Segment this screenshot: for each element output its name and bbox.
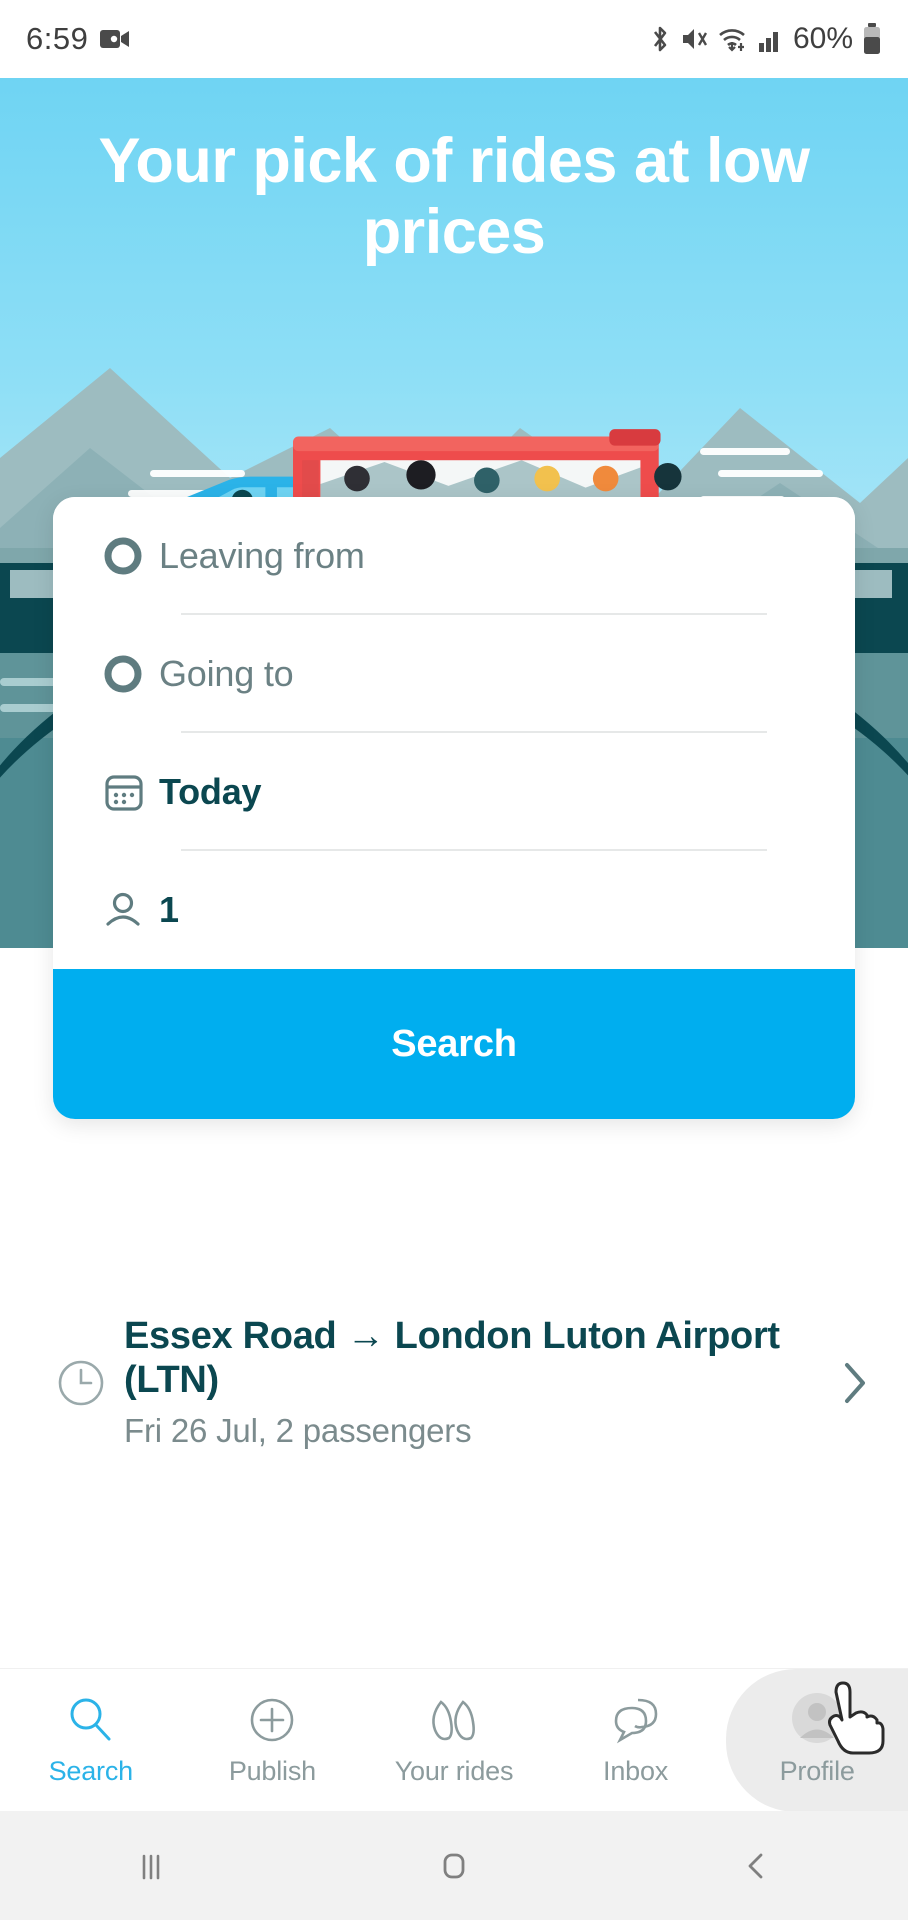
recent-search-subtitle: Fri 26 Jul, 2 passengers [124,1412,472,1450]
going-to-field[interactable]: Going to [53,615,855,733]
recent-search-item[interactable]: Essex Road → London Luton Airport (LTN) … [0,1315,908,1450]
android-navigation-bar [0,1811,908,1920]
back-icon[interactable] [605,1844,908,1888]
nav-label-search: Search [48,1755,134,1786]
search-card: Leaving from Going to Today 1 Search [53,497,855,1119]
signal-bars-icon [758,25,784,53]
page-title: Your pick of rides at low prices [98,126,810,267]
speed-line [700,448,790,455]
vibrate-mute-icon [680,24,708,54]
nav-label-profile: Profile [779,1755,855,1786]
video-camera-icon [100,28,130,50]
plus-circle-icon [246,1694,298,1746]
circle-outline-icon [101,534,159,578]
going-to-placeholder: Going to [159,653,294,694]
nav-item-your-rides[interactable]: Your rides [363,1669,545,1812]
nav-item-publish[interactable]: Publish [182,1669,364,1812]
status-bar: 6:59 60% [0,0,908,78]
clock-icon [38,1355,124,1411]
passengers-value: 1 [159,889,179,930]
nav-item-search[interactable]: Search [0,1669,182,1812]
nav-item-inbox[interactable]: Inbox [545,1669,727,1812]
leaving-from-field[interactable]: Leaving from [53,497,855,615]
two-ovals-icon [425,1694,483,1746]
battery-icon [862,23,882,55]
nav-label-publish: Publish [228,1755,316,1786]
bluetooth-icon [649,24,671,54]
date-value: Today [159,771,262,812]
chevron-right-icon[interactable] [810,1359,870,1407]
circle-outline-icon [101,652,159,696]
speech-bubble-icon [608,1694,664,1746]
status-bar-left: 6:59 [26,21,130,57]
person-icon [101,888,159,932]
status-time: 6:59 [26,21,89,56]
recent-search-title: Essex Road → London Luton Airport (LTN) [124,1315,780,1401]
speed-line [718,470,823,477]
battery-percent: 60% [792,22,853,55]
bottom-navigation: Search Publish Your rides Inbox Profile [0,1668,908,1812]
recent-search-body: Essex Road → London Luton Airport (LTN) … [124,1315,810,1450]
wifi-icon [717,25,749,53]
leaving-from-placeholder: Leaving from [159,535,365,576]
passengers-field[interactable]: 1 [53,851,855,969]
home-icon[interactable] [303,1844,606,1888]
status-bar-right: 60% [649,22,882,56]
search-button[interactable]: Search [53,969,855,1119]
nav-label-inbox: Inbox [603,1755,669,1786]
date-field[interactable]: Today [53,733,855,851]
magnifier-icon [65,1694,117,1746]
nav-label-your-rides: Your rides [394,1755,514,1786]
recents-icon[interactable] [0,1844,303,1888]
nav-item-profile[interactable]: Profile [726,1668,908,1812]
calendar-icon [101,769,159,815]
pointer-hand-cursor-icon [823,1679,887,1757]
phone-screen: 6:59 60% Your pick of rides at low price… [0,0,908,1920]
